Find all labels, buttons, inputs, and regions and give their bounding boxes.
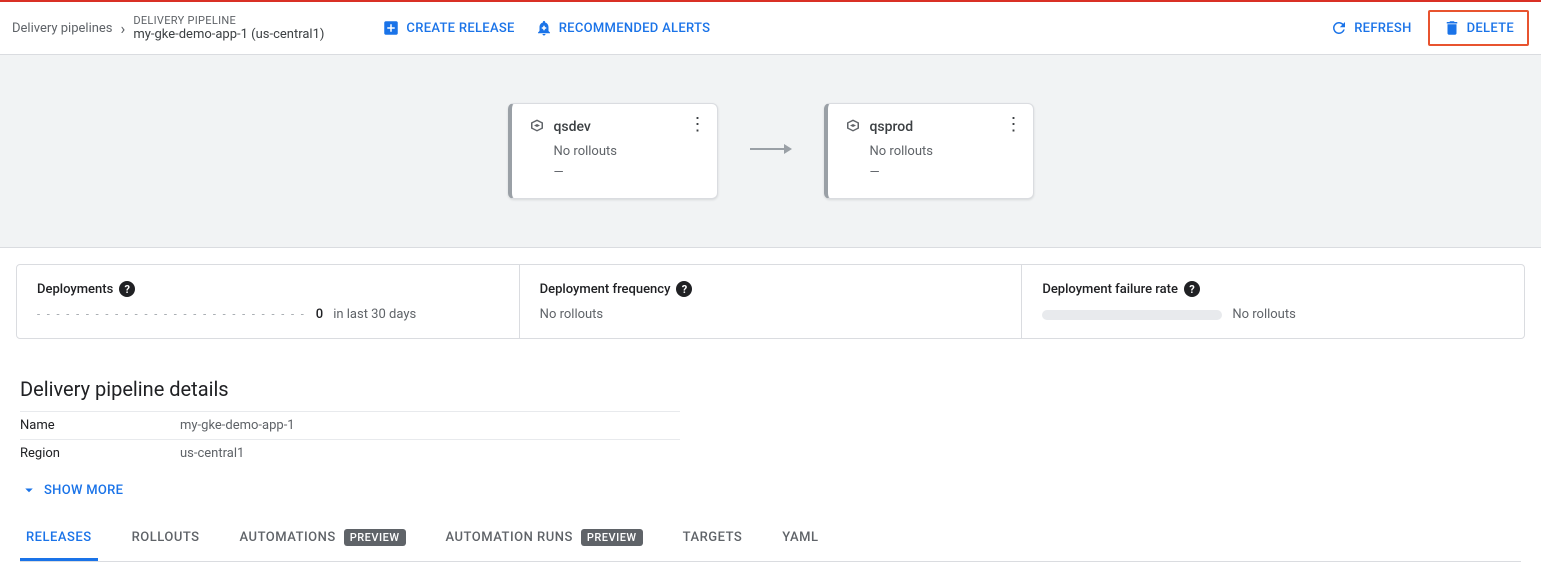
trash-icon bbox=[1443, 19, 1461, 37]
show-more-label: Show more bbox=[44, 483, 123, 498]
tab-yaml[interactable]: YAML bbox=[776, 517, 824, 561]
chevron-right-icon: › bbox=[121, 19, 126, 38]
metric-deployments: Deployments ? - - - - - - - - - - - - - … bbox=[17, 265, 519, 338]
detail-value: my-gke-demo-app-1 bbox=[180, 418, 295, 433]
metric-count: 0 bbox=[316, 307, 323, 322]
metric-value: No rollouts bbox=[540, 307, 603, 322]
details-section: Delivery pipeline details Name my-gke-de… bbox=[0, 355, 1541, 509]
breadcrumb-root[interactable]: Delivery pipelines bbox=[12, 21, 113, 36]
delete-highlight-box: Delete bbox=[1428, 10, 1529, 46]
metric-title: Deployment frequency bbox=[540, 282, 671, 297]
metric-title: Deployment failure rate bbox=[1042, 282, 1178, 297]
tab-targets[interactable]: TARGETS bbox=[677, 517, 749, 561]
chevron-down-icon bbox=[20, 481, 38, 499]
details-heading: Delivery pipeline details bbox=[20, 377, 1521, 401]
detail-row: Region us-central1 bbox=[20, 439, 680, 467]
tab-automation-runs[interactable]: AUTOMATION RUNSPREVIEW bbox=[440, 517, 649, 561]
page-header: Delivery pipelines › DELIVERY PIPELINE m… bbox=[0, 0, 1541, 55]
pipeline-canvas: qsdev ⋮ No rollouts — qsprod ⋮ No rollou… bbox=[0, 55, 1541, 248]
breadcrumb-pipeline-name: my-gke-demo-app-1 (us-central1) bbox=[133, 27, 324, 42]
refresh-label: Refresh bbox=[1354, 21, 1411, 36]
tab-releases[interactable]: RELEASES bbox=[20, 517, 98, 561]
bell-add-icon bbox=[535, 19, 553, 37]
metric-value: No rollouts bbox=[1232, 307, 1295, 322]
help-icon[interactable]: ? bbox=[676, 281, 692, 297]
tab-bar: RELEASES ROLLOUTS AUTOMATIONSPREVIEW AUT… bbox=[20, 517, 1521, 562]
delete-label: Delete bbox=[1467, 21, 1514, 36]
metric-title: Deployments bbox=[37, 282, 113, 297]
sparkline-placeholder: - - - - - - - - - - - - - - - - - - - - … bbox=[37, 308, 306, 321]
stage-status: No rollouts bbox=[870, 144, 1017, 159]
stage-overflow-menu[interactable]: ⋮ bbox=[1005, 116, 1023, 134]
stage-name: qsprod bbox=[870, 119, 914, 135]
stage-overflow-menu[interactable]: ⋮ bbox=[689, 116, 707, 134]
stage-name: qsdev bbox=[554, 119, 591, 135]
preview-badge: PREVIEW bbox=[581, 529, 643, 546]
refresh-icon bbox=[1330, 19, 1348, 37]
metric-suffix: in last 30 days bbox=[333, 307, 416, 322]
detail-row: Name my-gke-demo-app-1 bbox=[20, 411, 680, 439]
add-box-icon bbox=[382, 19, 400, 37]
recommended-alerts-button[interactable]: Recommended alerts bbox=[525, 13, 721, 43]
stage-status: No rollouts bbox=[554, 144, 701, 159]
tab-automations[interactable]: AUTOMATIONSPREVIEW bbox=[234, 517, 412, 561]
preview-badge: PREVIEW bbox=[344, 529, 406, 546]
stage-card[interactable]: qsdev ⋮ No rollouts — bbox=[508, 103, 718, 199]
help-icon[interactable]: ? bbox=[1184, 281, 1200, 297]
detail-value: us-central1 bbox=[180, 446, 244, 461]
recommended-alerts-label: Recommended alerts bbox=[559, 21, 711, 36]
target-kube-icon bbox=[528, 118, 546, 136]
show-more-button[interactable]: Show more bbox=[20, 481, 123, 499]
stage-detail: — bbox=[554, 165, 701, 180]
metric-failure-rate: Deployment failure rate ? No rollouts bbox=[1021, 265, 1524, 338]
stage-arrow-icon bbox=[750, 141, 792, 161]
delete-button[interactable]: Delete bbox=[1433, 13, 1524, 43]
detail-key: Name bbox=[20, 418, 180, 433]
detail-key: Region bbox=[20, 446, 180, 461]
breadcrumb-type-label: DELIVERY PIPELINE bbox=[133, 14, 324, 27]
help-icon[interactable]: ? bbox=[119, 281, 135, 297]
tab-rollouts[interactable]: ROLLOUTS bbox=[126, 517, 206, 561]
refresh-button[interactable]: Refresh bbox=[1320, 13, 1421, 43]
target-kube-icon bbox=[844, 118, 862, 136]
create-release-button[interactable]: Create release bbox=[372, 13, 524, 43]
stage-detail: — bbox=[870, 165, 1017, 180]
metric-frequency: Deployment frequency ? No rollouts bbox=[519, 265, 1022, 338]
stage-card[interactable]: qsprod ⋮ No rollouts — bbox=[824, 103, 1034, 199]
create-release-label: Create release bbox=[406, 21, 514, 36]
breadcrumb-current: DELIVERY PIPELINE my-gke-demo-app-1 (us-… bbox=[133, 14, 324, 42]
metrics-panel: Deployments ? - - - - - - - - - - - - - … bbox=[16, 264, 1525, 339]
failure-rate-bar bbox=[1042, 310, 1222, 320]
